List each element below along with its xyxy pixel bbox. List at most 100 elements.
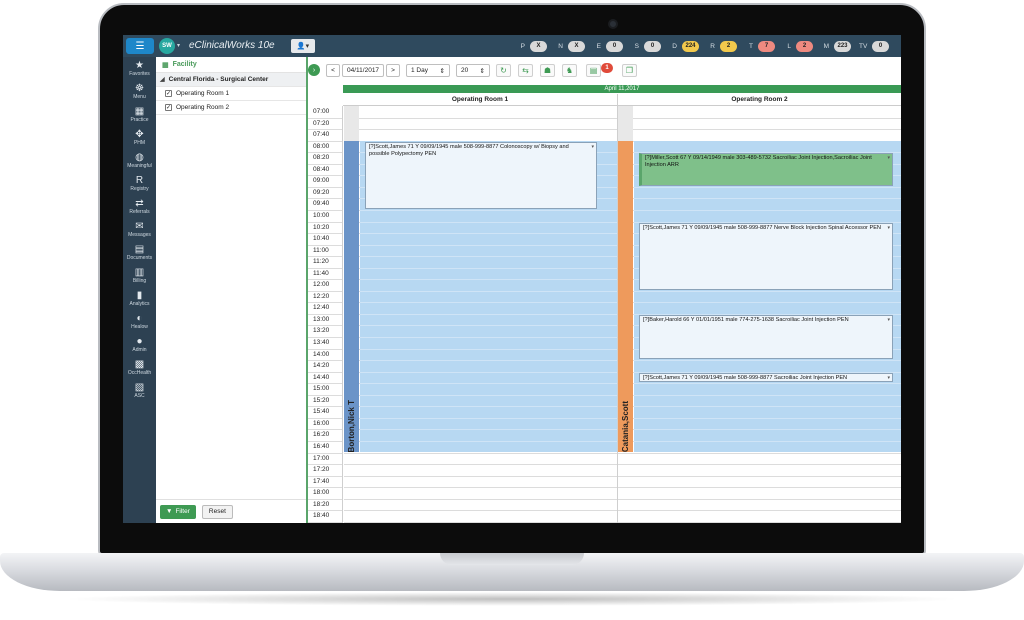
rail-item-analytics[interactable]: ▮ Analytics [123, 287, 156, 310]
appointment-card[interactable]: [?]Scott,James 71 Y 09/09/1945 male 508-… [639, 222, 893, 290]
caret-down-icon[interactable]: ◢ [160, 76, 165, 83]
facility-group[interactable]: ◢ Central Florida - Surgical Center [156, 73, 306, 87]
rail-item-occhealth[interactable]: ▩ OccHealth [123, 356, 156, 379]
billing-icon: ▥ [134, 267, 145, 278]
room-1-column[interactable]: Borton,Nick T [?]Scott,James 71 Y 09/09/1… [344, 106, 617, 523]
rail-item-admin[interactable]: ● Admin [123, 333, 156, 356]
appointment-card[interactable]: [?]Scott,James 71 Y 09/09/1945 male 508-… [365, 141, 597, 209]
schedule-grid: April 11,2017 Operating Room 1 Operating… [308, 85, 901, 523]
room-2-column[interactable]: Catania,Scott [?]Miller,Scott 67 Y 09/14/… [618, 106, 901, 523]
time-slot-label: 11:40 [313, 269, 329, 277]
availability-grid-line [634, 198, 901, 200]
appointment-menu-icon[interactable]: ▾ [887, 375, 890, 382]
appointment-menu-icon[interactable]: ▾ [887, 225, 890, 232]
availability-grid-line [360, 394, 617, 396]
rail-item-label: Documents [126, 255, 153, 261]
counter-n[interactable]: NX [555, 39, 585, 53]
availability-grid-line [360, 348, 617, 350]
messages-icon: ✉ [135, 221, 144, 232]
time-grid-line [308, 417, 342, 419]
time-grid-line [308, 290, 342, 292]
appointment-card[interactable]: [?]Miller,Scott 67 Y 09/14/1949 male 303… [639, 153, 893, 186]
rail-item-messages[interactable]: ✉ Messages [123, 218, 156, 241]
facility-icon: ▦ [162, 61, 169, 69]
counter-p[interactable]: PX [517, 39, 547, 53]
time-grid-line [308, 152, 342, 154]
user-avatar[interactable]: SW [159, 38, 175, 54]
jellybean-counters: P X N X E 0 S 0 D 224 R 2 T 7 L 2 M 223 TV 0 [517, 39, 897, 53]
counter-tv[interactable]: TV 0 [859, 39, 889, 53]
counter-letter: R [710, 42, 715, 50]
appointment-card[interactable]: [?]Scott,James 71 Y 09/09/1945 male 508-… [639, 372, 893, 383]
hamburger-menu-button[interactable]: ☰ [126, 38, 154, 54]
rail-item-meaningful[interactable]: ◍ Meaningful [123, 149, 156, 172]
patient-lookup-button[interactable]: 👤▾ [291, 39, 315, 53]
availability-grid-line [634, 406, 901, 408]
documents-icon: ▤ [134, 244, 145, 255]
appointment-menu-icon[interactable]: ▾ [887, 317, 890, 324]
rail-item-label: Meaningful [127, 163, 152, 169]
rail-item-practice[interactable]: ▦ Practice [123, 103, 156, 126]
assign-provider-button[interactable]: ☗ [540, 64, 555, 77]
refresh-button[interactable]: ↻ [496, 64, 511, 77]
time-slot-label: 09:20 [313, 188, 330, 196]
chevron-right-icon: › [312, 66, 316, 74]
time-grid-line [308, 487, 342, 489]
rail-item-favorites[interactable]: ★ Favorites [123, 57, 156, 80]
provider-bar[interactable]: Catania,Scott [618, 140, 633, 453]
time-grid-line [308, 383, 342, 385]
time-slot-label: 07:00 [313, 108, 330, 115]
counter-m[interactable]: M 223 [821, 39, 851, 53]
rail-item-asc[interactable]: ▧ ASC [123, 379, 156, 402]
time-grid-line [308, 221, 342, 223]
provider-strip [344, 106, 359, 141]
availability-grid-line [360, 244, 617, 246]
rail-item-phm[interactable]: ✥ PHM [123, 126, 156, 149]
phm-icon: ✥ [135, 129, 144, 140]
prev-day-button[interactable]: < [326, 64, 340, 77]
waitlist-button[interactable]: ▤ [586, 64, 601, 77]
rail-item-registry[interactable]: R Registry [123, 172, 156, 195]
counter-t[interactable]: T7 [745, 39, 775, 53]
time-grid-line [308, 198, 342, 200]
grid-line [618, 475, 901, 477]
room-item-2[interactable]: ✓ Operating Room 2 [156, 101, 306, 115]
next-day-button[interactable]: > [386, 64, 400, 77]
counter-d[interactable]: D 224 [669, 39, 699, 53]
counter-r[interactable]: R2 [707, 39, 737, 53]
swap-view-button[interactable]: ⇆ [518, 64, 533, 77]
time-grid-line [308, 498, 342, 500]
time-slot-label: 12:40 [313, 304, 330, 312]
date-input[interactable]: 04/11/2017 [342, 64, 384, 77]
appointment-card[interactable]: [?]Baker,Harold 66 Y 01/01/1951 male 774… [639, 314, 893, 360]
counter-letter: M [823, 42, 829, 50]
room-1-checkbox[interactable]: ✓ [165, 90, 172, 97]
reset-button[interactable]: Reset [201, 504, 233, 519]
room-item-1[interactable]: ✓ Operating Room 1 [156, 87, 306, 101]
chevron-down-icon[interactable]: ▾ [177, 42, 180, 49]
counter-s[interactable]: S0 [631, 39, 661, 53]
appointment-menu-icon[interactable]: ▾ [591, 144, 594, 151]
appointment-text: [?]Baker,Harold 66 Y 01/01/1951 male 774… [643, 316, 849, 323]
time-grid-line [308, 325, 342, 327]
range-select[interactable]: 1 Day ⇕ [406, 64, 450, 77]
expand-panel-button[interactable]: › [308, 64, 320, 76]
appointment-menu-icon[interactable]: ▾ [887, 155, 890, 162]
analytics-icon: ▮ [136, 290, 143, 301]
interval-select[interactable]: 20 ⇕ [456, 64, 490, 77]
provider-bar[interactable]: Borton,Nick T [344, 140, 359, 453]
rail-item-billing[interactable]: ▥ Billing [123, 264, 156, 287]
rail-item-healow[interactable]: ◐ Healow [123, 310, 156, 333]
rail-item-referrals[interactable]: ⇄ Referrals [123, 195, 156, 218]
rail-item-menu[interactable]: ☸ Menu [123, 80, 156, 103]
counter-l[interactable]: L2 [783, 39, 813, 53]
rail-item-documents[interactable]: ▤ Documents [123, 241, 156, 264]
practice-icon: ▦ [134, 106, 145, 117]
counter-e[interactable]: E0 [593, 39, 623, 53]
webcam-icon [608, 19, 618, 29]
room-1-label: Operating Room 1 [176, 90, 230, 97]
filter-button[interactable]: ▼ Filter [160, 504, 196, 519]
walk-in-button[interactable]: ♞ [562, 64, 577, 77]
copy-button[interactable]: ❐ [622, 64, 637, 77]
room-2-checkbox[interactable]: ✓ [165, 104, 172, 111]
